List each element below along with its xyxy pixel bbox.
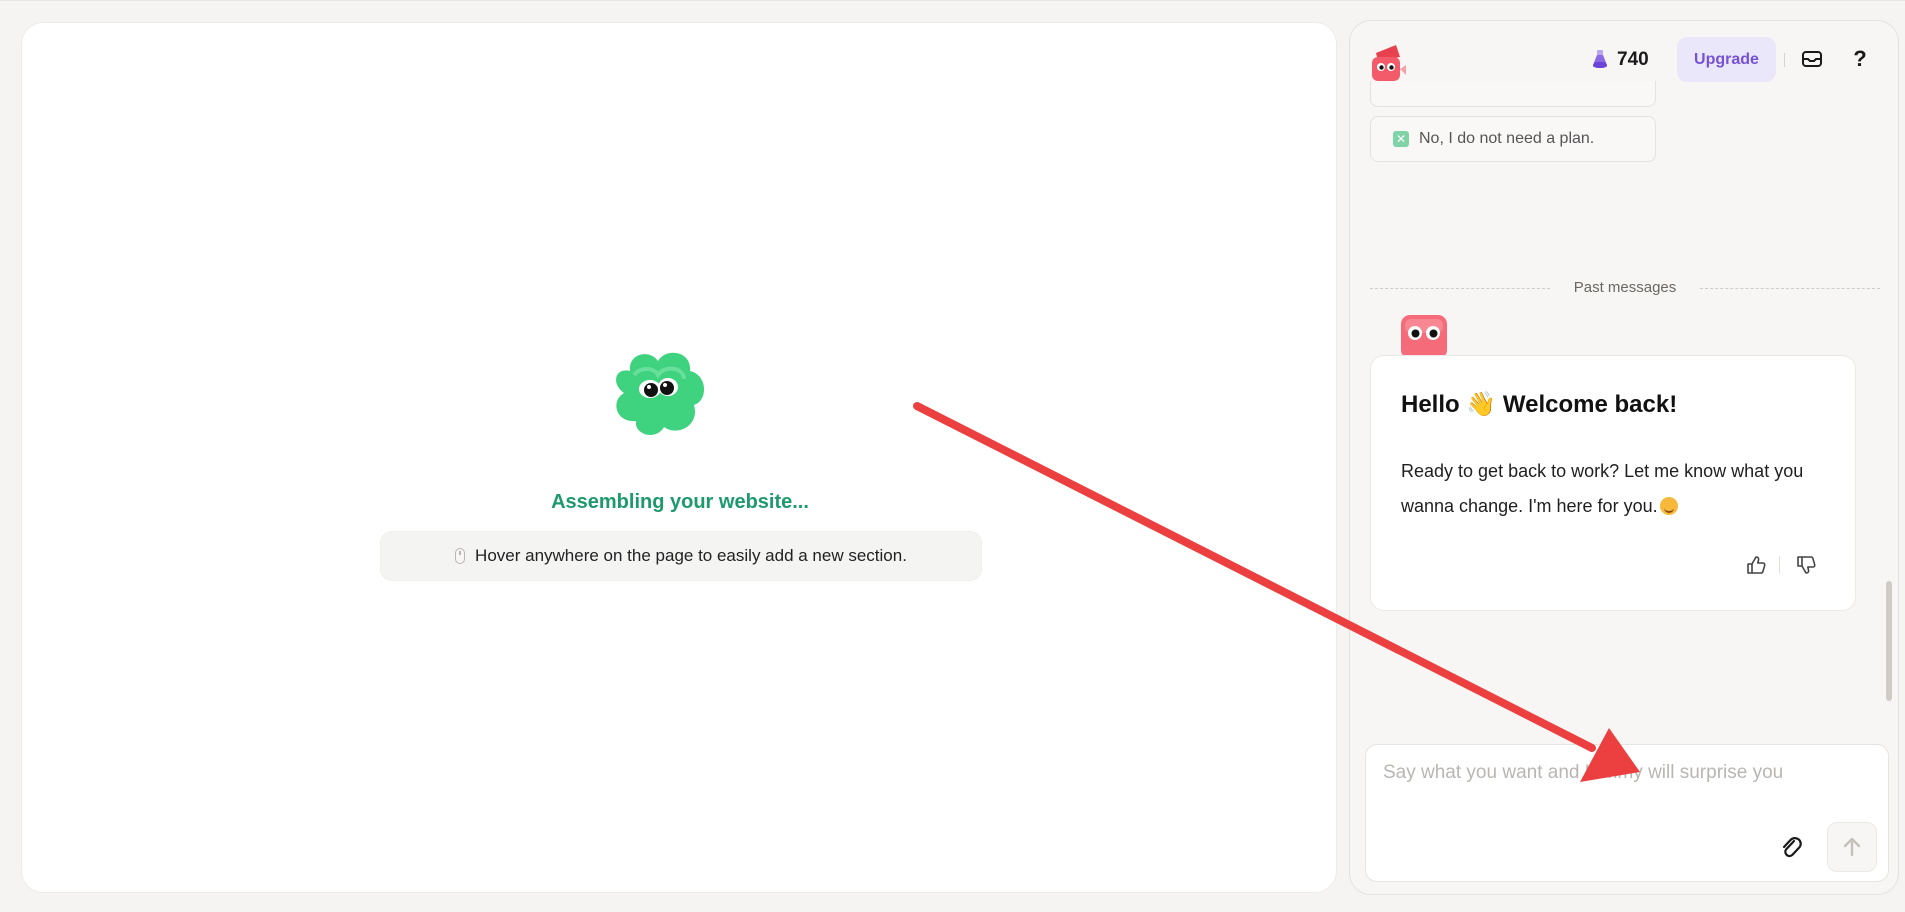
message-title: Hello 👋 Welcome back! — [1401, 391, 1678, 418]
thumbs-down-icon[interactable] — [1795, 554, 1817, 576]
header-separator — [1784, 53, 1785, 67]
arrow-up-icon — [1843, 837, 1861, 857]
chat-input[interactable] — [1383, 762, 1873, 802]
past-messages-divider: Past messages — [1370, 279, 1880, 299]
upgrade-button[interactable]: Upgrade — [1677, 37, 1776, 82]
smile-emoji-icon — [1659, 497, 1678, 515]
x-box-icon: ✕ — [1393, 131, 1409, 147]
help-icon[interactable]: ? — [1848, 43, 1872, 75]
top-border — [0, 0, 1905, 1]
send-button[interactable] — [1827, 822, 1877, 872]
hover-hint-text: Hover anywhere on the page to easily add… — [475, 546, 907, 565]
option-card-partial[interactable] — [1370, 81, 1656, 107]
option-no-plan[interactable]: ✕ No, I do not need a plan. — [1370, 116, 1656, 162]
inbox-icon[interactable] — [1800, 47, 1824, 71]
assistant-message: Hello 👋 Welcome back! Ready to get back … — [1370, 355, 1856, 611]
option-no-plan-label: No, I do not need a plan. — [1419, 130, 1595, 147]
credits-value: 740 — [1617, 49, 1649, 70]
thumbs-up-icon[interactable] — [1745, 554, 1767, 576]
paperclip-icon[interactable] — [1778, 834, 1804, 862]
website-preview-panel[interactable]: Assembling your website... Hover anywher… — [21, 22, 1337, 893]
chat-scrollbar[interactable] — [1886, 581, 1892, 701]
hover-hint: Hover anywhere on the page to easily add… — [380, 531, 982, 581]
message-body: Ready to get back to work? Let me know w… — [1401, 454, 1831, 524]
green-blob-mascot-icon — [616, 352, 705, 435]
credits-counter[interactable]: 740 — [1591, 45, 1649, 75]
potion-icon — [1592, 50, 1608, 68]
chat-input-box[interactable] — [1365, 744, 1889, 882]
mouse-icon — [455, 548, 466, 564]
kimmy-logo-icon[interactable] — [1366, 39, 1410, 85]
chat-panel: 740 Upgrade ? ✕ No, I do not need a plan… — [1349, 20, 1899, 895]
message-body-text: Ready to get back to work? Let me know w… — [1401, 461, 1804, 516]
feedback-separator — [1779, 556, 1780, 574]
assembling-status: Assembling your website... — [551, 491, 809, 513]
